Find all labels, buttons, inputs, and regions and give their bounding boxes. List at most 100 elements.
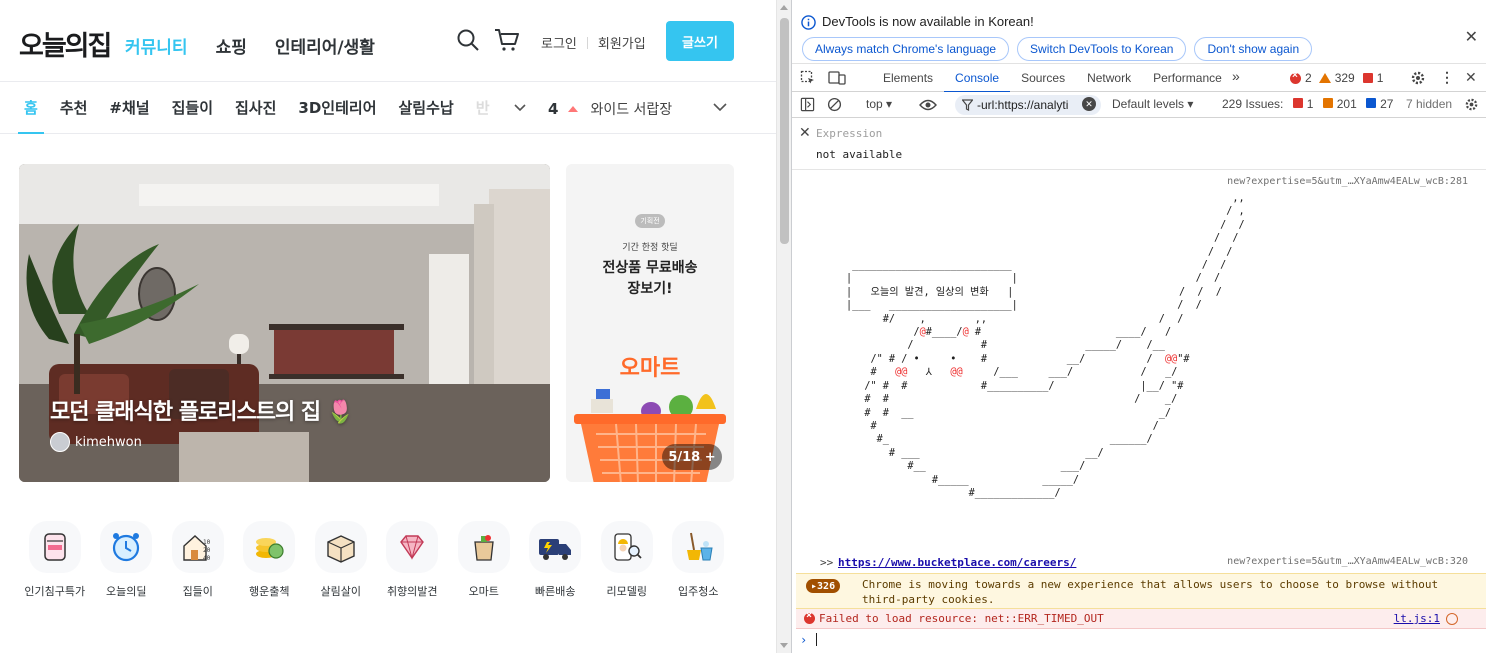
sidebar-toggle-icon[interactable]	[800, 97, 815, 112]
hero-username: kimehwon	[75, 434, 142, 450]
auth-links: 로그인 회원가입	[541, 33, 646, 52]
subnav-more[interactable]: 반	[476, 82, 490, 134]
remove-expression-icon[interactable]: ✕	[799, 124, 811, 141]
dont-show-again-button[interactable]: Don't show again	[1194, 37, 1313, 61]
issues-orange-count: 201	[1336, 97, 1357, 111]
category-move-in-cleaning[interactable]: 입주청소	[663, 521, 735, 599]
subnav-photos[interactable]: 집사진	[235, 82, 276, 134]
subnav-home[interactable]: 홈	[18, 82, 44, 134]
subnav-recommend[interactable]: 추천	[60, 82, 88, 134]
write-button[interactable]: 글쓰기	[666, 21, 734, 61]
category-household[interactable]: 살림살이	[305, 521, 377, 599]
tab-sources[interactable]: Sources	[1010, 64, 1076, 92]
tab-performance[interactable]: Performance	[1142, 64, 1233, 92]
devtools-tabbar: Elements Console Sources Network Perform…	[792, 64, 1486, 93]
log-source-link-2[interactable]: new?expertise=5&utm_…XYaAmw4EALw_wcB:320	[1227, 556, 1468, 567]
close-icon[interactable]: ✕	[1465, 27, 1478, 47]
tab-network[interactable]: Network	[1076, 64, 1142, 92]
issue-orange-icon	[1322, 98, 1333, 108]
category-remodeling[interactable]: 리모델링	[591, 521, 663, 599]
hero-title[interactable]: 모던 클래식한 플로리스트의 집 🌷	[50, 394, 354, 426]
match-language-button[interactable]: Always match Chrome's language	[802, 37, 1010, 61]
category-housewarming[interactable]: 10 20 40 집들이	[162, 521, 234, 599]
main-nav: 커뮤니티 쇼핑 인테리어/생활	[125, 33, 403, 58]
search-icon[interactable]	[456, 28, 480, 52]
eye-icon[interactable]	[919, 98, 937, 112]
subnav-3d-interior[interactable]: 3D인테리어	[298, 82, 376, 134]
svg-text:10: 10	[203, 539, 211, 546]
nav-shopping[interactable]: 쇼핑	[216, 33, 247, 58]
ranking-keyword: 와이드 서랍장	[590, 102, 673, 118]
device-toolbar-icon[interactable]	[828, 70, 846, 86]
close-devtools-icon[interactable]: ✕	[1465, 69, 1477, 86]
subnav-housewarming[interactable]: 집들이	[172, 82, 213, 134]
category-taste-discovery[interactable]: 취향의발견	[377, 521, 449, 599]
switch-korean-button[interactable]: Switch DevTools to Korean	[1017, 37, 1187, 61]
site-logo[interactable]: 오늘의집	[19, 24, 112, 63]
hero-banner[interactable]: 모던 클래식한 플로리스트의 집 🌷 kimehwon	[19, 164, 550, 482]
ascii-art-logo: ,, / , / / / / / / _____________________…	[846, 193, 1245, 499]
expression-label[interactable]: Expression	[816, 127, 882, 140]
filter-value: -url:https://analyti	[977, 98, 1069, 112]
log-levels-dropdown[interactable]: Default levels ▾	[1112, 97, 1193, 111]
console-filter-input[interactable]: -url:https://analyti ✕	[955, 95, 1101, 115]
tab-console[interactable]: Console	[944, 64, 1011, 93]
inspect-element-icon[interactable]	[800, 70, 816, 86]
issues-summary[interactable]: 229 Issues: 1 201 27	[1222, 97, 1393, 111]
kebab-menu-icon[interactable]: ⋮	[1440, 69, 1454, 86]
category-label: 입주청소	[678, 585, 719, 598]
tab-elements[interactable]: Elements	[872, 64, 944, 92]
error-source-link[interactable]: lt.js:1	[1394, 612, 1440, 625]
careers-link[interactable]: https://www.bucketplace.com/careers/	[838, 556, 1076, 569]
header-icons	[456, 28, 520, 52]
scroll-up-arrow[interactable]	[780, 5, 788, 10]
promo-banner[interactable]: 기획전 기간 한정 핫딜 전상품 무료배송 장보기! 오마트 5/18 +	[566, 164, 734, 482]
slide-counter[interactable]: 5/18 +	[662, 444, 722, 470]
scroll-thumb[interactable]	[780, 18, 789, 244]
chevron-down-icon[interactable]	[513, 100, 527, 114]
log-levels-value: Default levels	[1112, 97, 1185, 111]
error-text: Failed to load resource: net::ERR_TIMED_…	[819, 612, 1104, 625]
scroll-down-arrow[interactable]	[780, 643, 788, 648]
more-tabs-icon[interactable]: »	[1232, 68, 1240, 84]
rank-up-icon	[568, 106, 579, 112]
category-label: 리모델링	[606, 585, 647, 598]
grocery-bag-icon	[474, 535, 494, 561]
ranking-ticker[interactable]: 4 와이드 서랍장	[548, 99, 672, 119]
clear-console-icon[interactable]	[827, 97, 842, 112]
page-scrollbar[interactable]	[776, 0, 791, 653]
context-value: top	[866, 97, 883, 111]
error-count: 2	[1305, 71, 1312, 85]
console-output: ✕ Expression not available new?expertise…	[792, 120, 1486, 653]
category-label: 오마트	[468, 585, 499, 598]
nav-interior[interactable]: 인테리어/생활	[275, 33, 375, 58]
ranking-expand-icon[interactable]	[712, 100, 728, 114]
settings-gear-icon[interactable]	[1410, 70, 1426, 86]
website-pane: 오늘의집 커뮤니티 쇼핑 인테리어/생활 로그인 회원가입 글쓰기 홈 추천 #…	[0, 0, 776, 653]
console-settings-icon[interactable]	[1464, 97, 1479, 112]
clear-filter-icon[interactable]: ✕	[1082, 97, 1096, 111]
log-source-link[interactable]: new?expertise=5&utm_…XYaAmw4EALw_wcB:281	[1227, 176, 1468, 187]
context-selector[interactable]: top ▾	[866, 97, 892, 111]
category-bedding-sale[interactable]: 인기침구특가	[19, 521, 91, 599]
warning-repeat-badge[interactable]: ▸ 326	[806, 579, 841, 593]
live-expression: ✕ Expression not available	[792, 120, 1486, 170]
category-todays-deal[interactable]: 오늘의딜	[91, 521, 163, 599]
ranking-number: 4	[548, 100, 559, 118]
category-lucky-checkin[interactable]: 행운출첵	[234, 521, 306, 599]
hero-author[interactable]: kimehwon	[50, 432, 142, 452]
bug-icon[interactable]	[1446, 613, 1458, 625]
error-warning-counts[interactable]: 2 329 1	[1290, 70, 1383, 85]
category-omart[interactable]: 오마트	[448, 521, 520, 599]
console-input[interactable]	[816, 633, 817, 646]
category-fast-delivery[interactable]: 빠른배송	[520, 521, 592, 599]
hidden-count[interactable]: 7 hidden	[1406, 97, 1452, 111]
nav-community[interactable]: 커뮤니티	[125, 33, 188, 58]
signup-link[interactable]: 회원가입	[598, 33, 646, 52]
warning-repeat-count: 326	[817, 580, 836, 592]
subnav-storage[interactable]: 살림수납	[399, 82, 454, 134]
login-link[interactable]: 로그인	[541, 33, 577, 52]
subnav-channel[interactable]: #채널	[109, 82, 149, 134]
cart-icon[interactable]	[494, 28, 520, 52]
log-prompt: >>	[820, 556, 834, 569]
